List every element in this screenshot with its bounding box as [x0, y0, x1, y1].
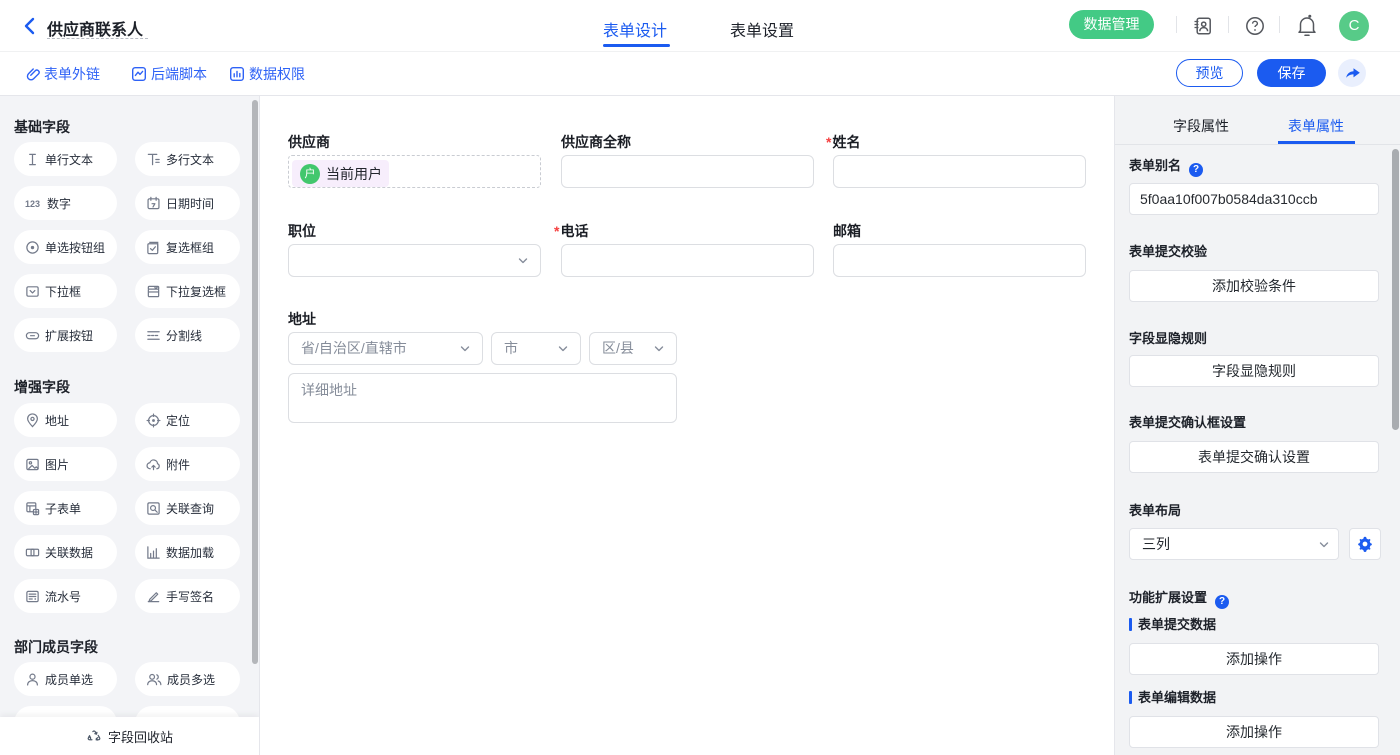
svg-text:123: 123 [25, 199, 40, 209]
